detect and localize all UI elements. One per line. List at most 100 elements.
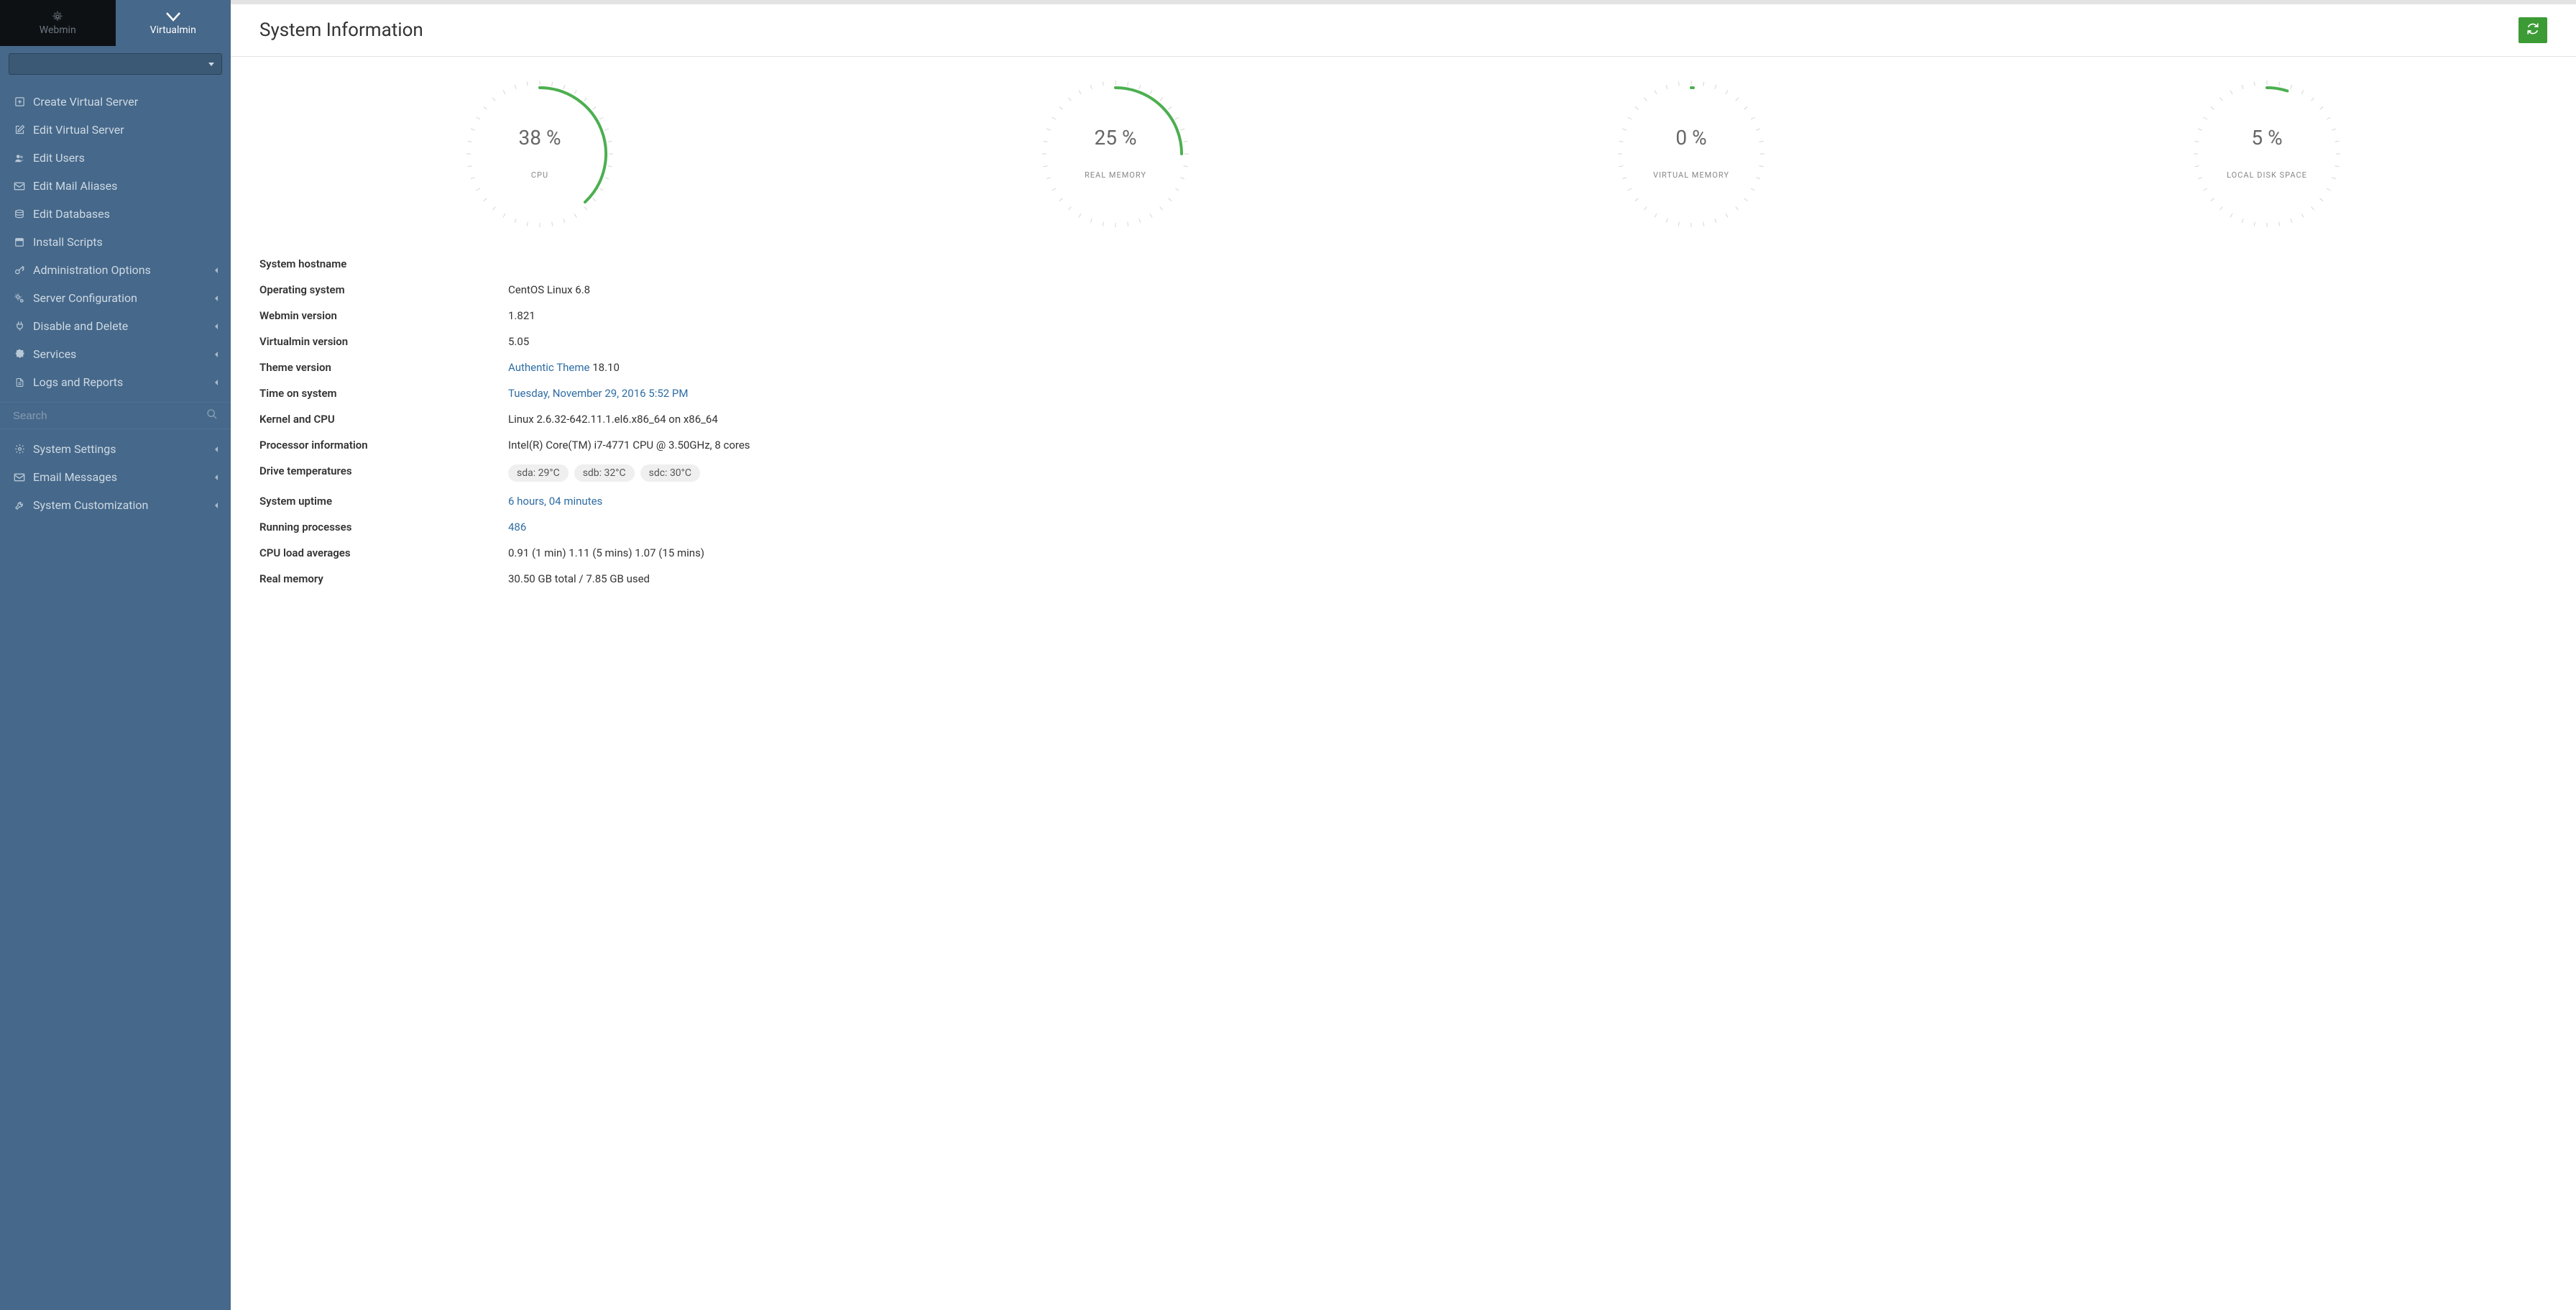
refresh-button[interactable] [2518, 17, 2547, 43]
info-row: Kernel and CPULinux 2.6.32-642.11.1.el6.… [259, 406, 2547, 432]
gauge-local-disk-space: 5 % LOCAL DISK SPACE [2188, 78, 2346, 229]
nav-item-label: Edit Virtual Server [33, 123, 124, 137]
nav-item-label: Install Scripts [33, 235, 103, 249]
nav-item-server-configuration[interactable]: Server Configuration [0, 284, 231, 312]
info-row: Running processes486 [259, 514, 2547, 540]
info-row: System uptime6 hours, 04 minutes [259, 488, 2547, 514]
chevron-left-icon [215, 446, 218, 452]
info-link[interactable]: Authentic Theme [508, 361, 590, 374]
chevron-left-icon [215, 503, 218, 508]
info-row: Webmin version1.821 [259, 303, 2547, 329]
nav-item-edit-virtual-server[interactable]: Edit Virtual Server [0, 116, 231, 144]
file-icon [13, 376, 26, 389]
nav-item-edit-databases[interactable]: Edit Databases [0, 200, 231, 228]
nav-item-edit-mail-aliases[interactable]: Edit Mail Aliases [0, 172, 231, 200]
nav-bottom: System Settings Email Messages System Cust… [0, 429, 231, 525]
refresh-icon [2526, 22, 2539, 38]
info-link[interactable]: Tuesday, November 29, 2016 5:52 PM [508, 387, 689, 400]
nav-item-disable-and-delete[interactable]: Disable and Delete [0, 312, 231, 340]
chevron-left-icon [215, 380, 218, 385]
envelope-icon [13, 471, 26, 484]
nav-item-logs-and-reports[interactable]: Logs and Reports [0, 368, 231, 396]
info-row: Virtualmin version5.05 [259, 329, 2547, 354]
nav-item-label: Edit Databases [33, 207, 110, 221]
plug-icon [13, 320, 26, 333]
gauge-label: REAL MEMORY [1085, 170, 1146, 180]
info-key: Kernel and CPU [259, 413, 508, 426]
gauge-value: 0 % [1675, 126, 1706, 150]
nav-item-label: Administration Options [33, 263, 151, 277]
tab-webmin-label: Webmin [40, 24, 76, 36]
page-title: System Information [259, 19, 423, 41]
info-link[interactable]: 486 [508, 521, 526, 533]
key-icon [13, 264, 26, 277]
info-key: Processor information [259, 439, 508, 452]
puzzle-icon [13, 348, 26, 361]
plus-square-icon [13, 96, 26, 109]
nav-item-services[interactable]: Services [0, 340, 231, 368]
info-value: sda: 29°C sdb: 32°C sdc: 30°C [508, 464, 700, 482]
nav-item-edit-users[interactable]: Edit Users [0, 144, 231, 172]
nav-item-label: Edit Users [33, 151, 85, 165]
search-input[interactable] [13, 410, 206, 422]
gauge-real-memory: 25 % REAL MEMORY [1036, 78, 1195, 229]
nav-item-administration-options[interactable]: Administration Options [0, 256, 231, 284]
info-row: Theme versionAuthentic Theme 18.10 [259, 354, 2547, 380]
sidebar-tabs: Webmin Virtualmin [0, 0, 231, 46]
info-value: 5.05 [508, 335, 529, 348]
info-row: CPU load averages0.91 (1 min) 1.11 (5 mi… [259, 540, 2547, 566]
nav-main: Create Virtual Server Edit Virtual Server… [0, 82, 231, 402]
info-key: Real memory [259, 572, 508, 585]
info-value: 0.91 (1 min) 1.11 (5 mins) 1.07 (15 mins… [508, 546, 704, 559]
sidebar: Webmin Virtualmin Create Virtual Server E… [0, 0, 231, 1310]
nav-item-label: Email Messages [33, 470, 117, 484]
info-value: 1.821 [508, 309, 535, 322]
nav-item-label: Create Virtual Server [33, 95, 138, 109]
info-link[interactable]: 6 hours, 04 minutes [508, 495, 602, 508]
info-row: Operating systemCentOS Linux 6.8 [259, 277, 2547, 303]
temperature-badge: sdb: 32°C [574, 464, 635, 482]
info-row: Real memory30.50 GB total / 7.85 GB used [259, 566, 2547, 592]
envelope-icon [13, 180, 26, 193]
webmin-icon [50, 10, 65, 23]
tab-virtualmin[interactable]: Virtualmin [116, 0, 231, 46]
info-key: Webmin version [259, 309, 508, 322]
users-icon [13, 152, 26, 165]
gear-icon [13, 443, 26, 456]
gauge-value: 25 % [1095, 126, 1137, 150]
nav-item-label: System Settings [33, 442, 116, 456]
info-key: Virtualmin version [259, 335, 508, 348]
info-key: Time on system [259, 387, 508, 400]
nav-item-label: Logs and Reports [33, 375, 123, 389]
chevron-left-icon [215, 267, 218, 273]
info-value: 486 [508, 521, 526, 533]
info-key: System uptime [259, 495, 508, 508]
nav-bottom-item-email-messages[interactable]: Email Messages [0, 463, 231, 491]
info-key: Theme version [259, 361, 508, 374]
info-row: Time on systemTuesday, November 29, 2016… [259, 380, 2547, 406]
tab-webmin[interactable]: Webmin [0, 0, 116, 46]
info-value: Tuesday, November 29, 2016 5:52 PM [508, 387, 689, 400]
tab-virtualmin-label: Virtualmin [150, 24, 196, 36]
gauge-virtual-memory: 0 % VIRTUAL MEMORY [1612, 78, 1770, 229]
search-icon [206, 408, 218, 423]
info-value: Intel(R) Core(TM) i7-4771 CPU @ 3.50GHz,… [508, 439, 750, 452]
nav-bottom-item-system-customization[interactable]: System Customization [0, 491, 231, 519]
temperature-badge: sda: 29°C [508, 464, 569, 482]
nav-item-label: Disable and Delete [33, 319, 128, 333]
gauge-cpu: 38 % CPU [461, 78, 619, 229]
info-key: Running processes [259, 521, 508, 533]
nav-item-install-scripts[interactable]: Install Scripts [0, 228, 231, 256]
search-bar [0, 402, 231, 429]
info-row: System hostname [259, 251, 2547, 277]
nav-item-create-virtual-server[interactable]: Create Virtual Server [0, 88, 231, 116]
nav-bottom-item-system-settings[interactable]: System Settings [0, 435, 231, 463]
nav-item-label: Services [33, 347, 76, 361]
info-value: Authentic Theme 18.10 [508, 361, 620, 374]
main: System Information 38 % CPU 25 % REAL ME… [231, 0, 2576, 1310]
temperature-badge: sdc: 30°C [640, 464, 700, 482]
info-row: Drive temperaturessda: 29°Csdb: 32°Csdc:… [259, 458, 2547, 488]
virtualmin-icon [165, 10, 181, 23]
database-icon [13, 208, 26, 221]
domain-dropdown[interactable] [9, 53, 222, 75]
